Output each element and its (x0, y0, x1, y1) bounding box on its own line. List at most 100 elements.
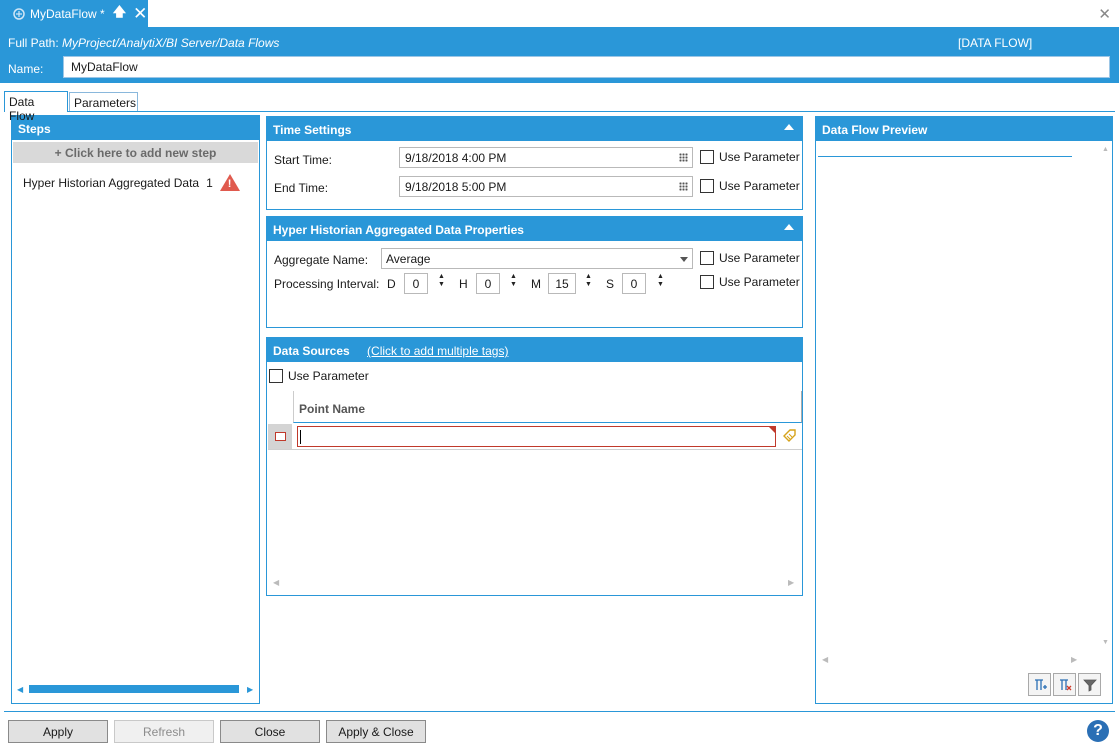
use-parameter-label: Use Parameter (719, 179, 800, 193)
point-name-column-header[interactable]: Point Name (293, 391, 802, 423)
hours-stepper-icon[interactable]: ▲ ▼ (510, 273, 518, 289)
minutes-input[interactable]: 15 (548, 273, 576, 294)
scroll-left-icon[interactable]: ◀ (17, 685, 23, 694)
name-label: Name: (8, 62, 44, 76)
end-use-parameter[interactable]: Use Parameter (700, 179, 800, 193)
steps-panel: Steps + Click here to add new step Hyper… (11, 115, 260, 704)
data-sources-header: Data Sources (Click to add multiple tags… (267, 338, 802, 362)
tab-parameters[interactable]: Parameters (69, 92, 138, 112)
time-settings-panel: Time Settings Start Time: 9/18/2018 4:00… (266, 116, 803, 210)
aggregate-name-select[interactable]: Average (381, 248, 693, 269)
document-tab-strip: MyDataFlow * 🡅 ✕ ✕ (0, 0, 1119, 27)
filter-icon[interactable] (1078, 673, 1101, 696)
step-item[interactable]: Hyper Historian Aggregated Data 1 ! (23, 174, 240, 191)
warning-icon: ! (219, 174, 240, 191)
time-settings-title: Time Settings (267, 117, 802, 141)
tag-browse-icon[interactable] (783, 429, 796, 445)
document-tab-title: MyDataFlow * (30, 6, 105, 21)
use-parameter-label: Use Parameter (719, 251, 800, 265)
apply-and-close-button[interactable]: Apply & Close (326, 720, 426, 743)
step-item-label: Hyper Historian Aggregated Data (23, 175, 200, 190)
calendar-icon[interactable] (679, 182, 688, 191)
name-input[interactable]: MyDataFlow (63, 56, 1110, 78)
end-time-label: End Time: (274, 181, 329, 195)
close-window-icon[interactable]: ✕ (1098, 5, 1111, 23)
processing-interval-label: Processing Interval: (274, 277, 380, 291)
data-sources-panel: Data Sources (Click to add multiple tags… (266, 337, 803, 596)
scroll-right-icon[interactable]: ▶ (788, 578, 794, 587)
scroll-up-icon[interactable]: ▲ (1102, 146, 1109, 153)
close-button[interactable]: Close (220, 720, 320, 743)
error-indicator-icon (769, 427, 775, 433)
scroll-down-icon[interactable]: ▼ (1102, 639, 1109, 646)
checkbox[interactable] (269, 369, 283, 383)
seconds-input[interactable]: 0 (622, 273, 646, 294)
start-time-label: Start Time: (274, 153, 333, 167)
dataflow-icon (12, 7, 25, 20)
preview-divider (818, 156, 1072, 157)
collapse-icon[interactable] (784, 224, 794, 230)
add-column-icon[interactable] (1028, 673, 1051, 696)
collapse-icon[interactable] (784, 124, 794, 130)
chevron-down-icon (680, 257, 688, 262)
full-path-value: MyProject/AnalytiX/BI Server/Data Flows (62, 36, 280, 50)
minutes-label: M (531, 277, 541, 291)
scroll-left-icon[interactable]: ◀ (273, 578, 279, 587)
tab-divider (4, 111, 1115, 112)
checkbox[interactable] (700, 251, 714, 265)
checkbox[interactable] (700, 275, 714, 289)
data-flow-preview-title: Data Flow Preview (816, 117, 1112, 141)
use-parameter-label: Use Parameter (719, 150, 800, 164)
aggregate-name-label: Aggregate Name: (274, 253, 369, 267)
hours-label: H (459, 277, 468, 291)
use-parameter-label: Use Parameter (719, 275, 800, 289)
edit-row-icon (275, 432, 286, 441)
end-time-input[interactable]: 9/18/2018 5:00 PM (399, 176, 693, 197)
tab-data-flow[interactable]: Data Flow (4, 91, 68, 123)
interval-use-parameter[interactable]: Use Parameter (700, 275, 800, 289)
days-label: D (387, 277, 396, 291)
add-multiple-tags-link[interactable]: (Click to add multiple tags) (367, 344, 508, 358)
scroll-right-icon[interactable]: ▶ (247, 685, 253, 694)
minutes-stepper-icon[interactable]: ▲ ▼ (585, 273, 593, 289)
header-band: Full Path: MyProject/AnalytiX/BI Server/… (0, 27, 1119, 83)
add-step-button[interactable]: + Click here to add new step (13, 142, 258, 163)
aggregate-use-parameter[interactable]: Use Parameter (700, 251, 800, 265)
apply-button[interactable]: Apply (8, 720, 108, 743)
start-time-input[interactable]: 9/18/2018 4:00 PM (399, 147, 693, 168)
scroll-left-icon[interactable]: ◀ (822, 655, 828, 664)
row-header[interactable] (268, 424, 292, 449)
checkbox[interactable] (700, 150, 714, 164)
text-caret (300, 430, 301, 444)
close-tab-icon[interactable]: ✕ (133, 5, 147, 22)
refresh-button[interactable]: Refresh (114, 720, 214, 743)
seconds-stepper-icon[interactable]: ▲ ▼ (657, 273, 665, 289)
document-tab[interactable]: MyDataFlow * 🡅 ✕ (0, 0, 148, 27)
seconds-label: S (606, 277, 615, 291)
full-path-label: Full Path: (8, 36, 59, 50)
point-name-cell[interactable] (297, 426, 776, 447)
pin-icon[interactable]: 🡅 (113, 3, 126, 25)
footer-divider (4, 711, 1115, 712)
checkbox[interactable] (700, 179, 714, 193)
row-divider (268, 449, 802, 450)
use-parameter-label: Use Parameter (288, 369, 369, 383)
steps-title: Steps (12, 116, 259, 140)
data-sources-use-parameter[interactable]: Use Parameter (269, 369, 369, 383)
hours-input[interactable]: 0 (476, 273, 500, 294)
calendar-icon[interactable] (679, 153, 688, 162)
days-input[interactable]: 0 (404, 273, 428, 294)
aggregated-properties-panel: Hyper Historian Aggregated Data Properti… (266, 216, 803, 328)
remove-column-icon[interactable] (1053, 673, 1076, 696)
days-stepper-icon[interactable]: ▲ ▼ (438, 273, 446, 289)
help-icon[interactable]: ? (1087, 720, 1109, 742)
start-use-parameter[interactable]: Use Parameter (700, 150, 800, 164)
end-time-value: 9/18/2018 5:00 PM (405, 180, 507, 194)
data-flow-preview-panel: Data Flow Preview ▲ ▼ ◀ ▶ (815, 116, 1113, 704)
aggregated-properties-title: Hyper Historian Aggregated Data Properti… (267, 217, 802, 241)
data-sources-title: Data Sources (273, 344, 350, 358)
scroll-right-icon[interactable]: ▶ (1071, 655, 1077, 664)
type-label: [DATA FLOW] (958, 36, 1033, 50)
start-time-value: 9/18/2018 4:00 PM (405, 151, 507, 165)
horizontal-scrollbar-thumb[interactable] (29, 685, 239, 693)
